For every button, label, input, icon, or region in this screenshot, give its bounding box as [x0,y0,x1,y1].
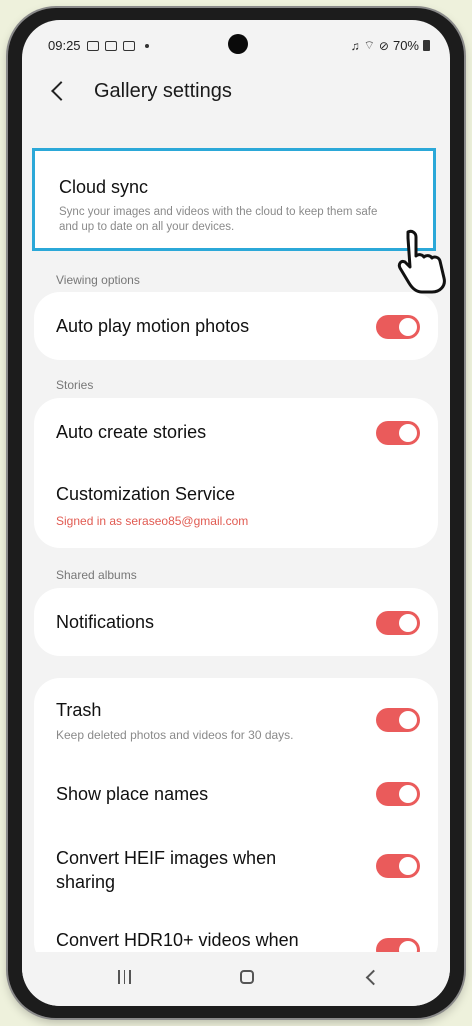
convert-heif-label: Convert HEIF images when sharing [56,848,277,892]
message-notification-icon [122,40,135,51]
cloud-sync-description: Sync your images and videos with the clo… [59,206,378,233]
cloud-sync-item[interactable]: Cloud sync Sync your images and videos w… [32,148,436,251]
phone-frame: 09:25 ♫ ⌔ ⊘ 70% Gallery settings Cloud s… [8,8,464,1018]
dnd-icon: ⊘ [378,38,389,53]
section-shared-albums: Shared albums [56,568,137,582]
convert-hdr-label: Convert HDR10+ videos when [56,930,299,950]
status-bar: 09:25 ♫ ⌔ ⊘ 70% [22,20,450,64]
mail-notification-icon [104,40,117,51]
toggle-knob [399,857,417,875]
trash-description: Keep deleted photos and videos for 30 da… [56,728,294,742]
section-viewing-options: Viewing options [56,273,140,287]
page-title: Gallery settings [94,80,232,102]
shared-albums-card: Notifications [34,588,438,656]
status-left: 09:25 [48,38,149,53]
screen: 09:25 ♫ ⌔ ⊘ 70% Gallery settings Cloud s… [22,20,450,1006]
customization-account: Signed in as seraseo85@gmail.com [56,514,249,528]
battery-percent: 70% [392,38,419,53]
misc-settings-card: Trash Keep deleted photos and videos for… [34,678,438,968]
auto-play-label: Auto play motion photos [56,316,250,336]
recents-bar [129,970,131,984]
status-right: ♫ ⌔ ⊘ 70% [351,38,430,53]
viewing-options-card: Auto play motion photos [34,292,438,360]
stories-card: Auto create stories Customization Servic… [34,398,438,548]
hand-pointer-icon [397,229,446,294]
toggle-knob [399,711,417,729]
trash-label: Trash [56,700,102,720]
back-nav-button[interactable] [365,969,382,986]
cloud-sync-title: Cloud sync [59,177,149,197]
customization-service-label: Customization Service [56,484,236,504]
mute-icon: ♫ [350,38,360,53]
navigation-bar [22,952,450,1006]
chevron-left-icon[interactable] [51,81,71,101]
recents-bar [123,970,126,984]
more-notifications-icon [144,43,149,48]
convert-heif-toggle[interactable] [376,854,420,878]
auto-play-toggle[interactable] [376,315,420,339]
toggle-knob [399,318,417,336]
recents-button[interactable] [118,970,131,984]
auto-create-stories-toggle[interactable] [376,421,420,445]
app-bar: Gallery settings [22,72,450,116]
toggle-knob [399,614,417,632]
auto-create-stories-label: Auto create stories [56,422,207,442]
gallery-notification-icon [86,40,99,51]
wifi-icon: ⌔ [363,38,375,52]
notifications-toggle[interactable] [376,611,420,635]
section-stories: Stories [56,378,94,392]
toggle-knob [399,785,417,803]
show-place-names-toggle[interactable] [376,782,420,806]
toggle-knob [399,424,417,442]
notifications-label: Notifications [56,612,155,632]
show-place-names-label: Show place names [56,784,209,804]
battery-icon [423,40,430,51]
status-time: 09:25 [48,38,81,53]
recents-bar [118,970,120,984]
home-button[interactable] [240,970,254,984]
front-camera [228,34,248,54]
trash-toggle[interactable] [376,708,420,732]
